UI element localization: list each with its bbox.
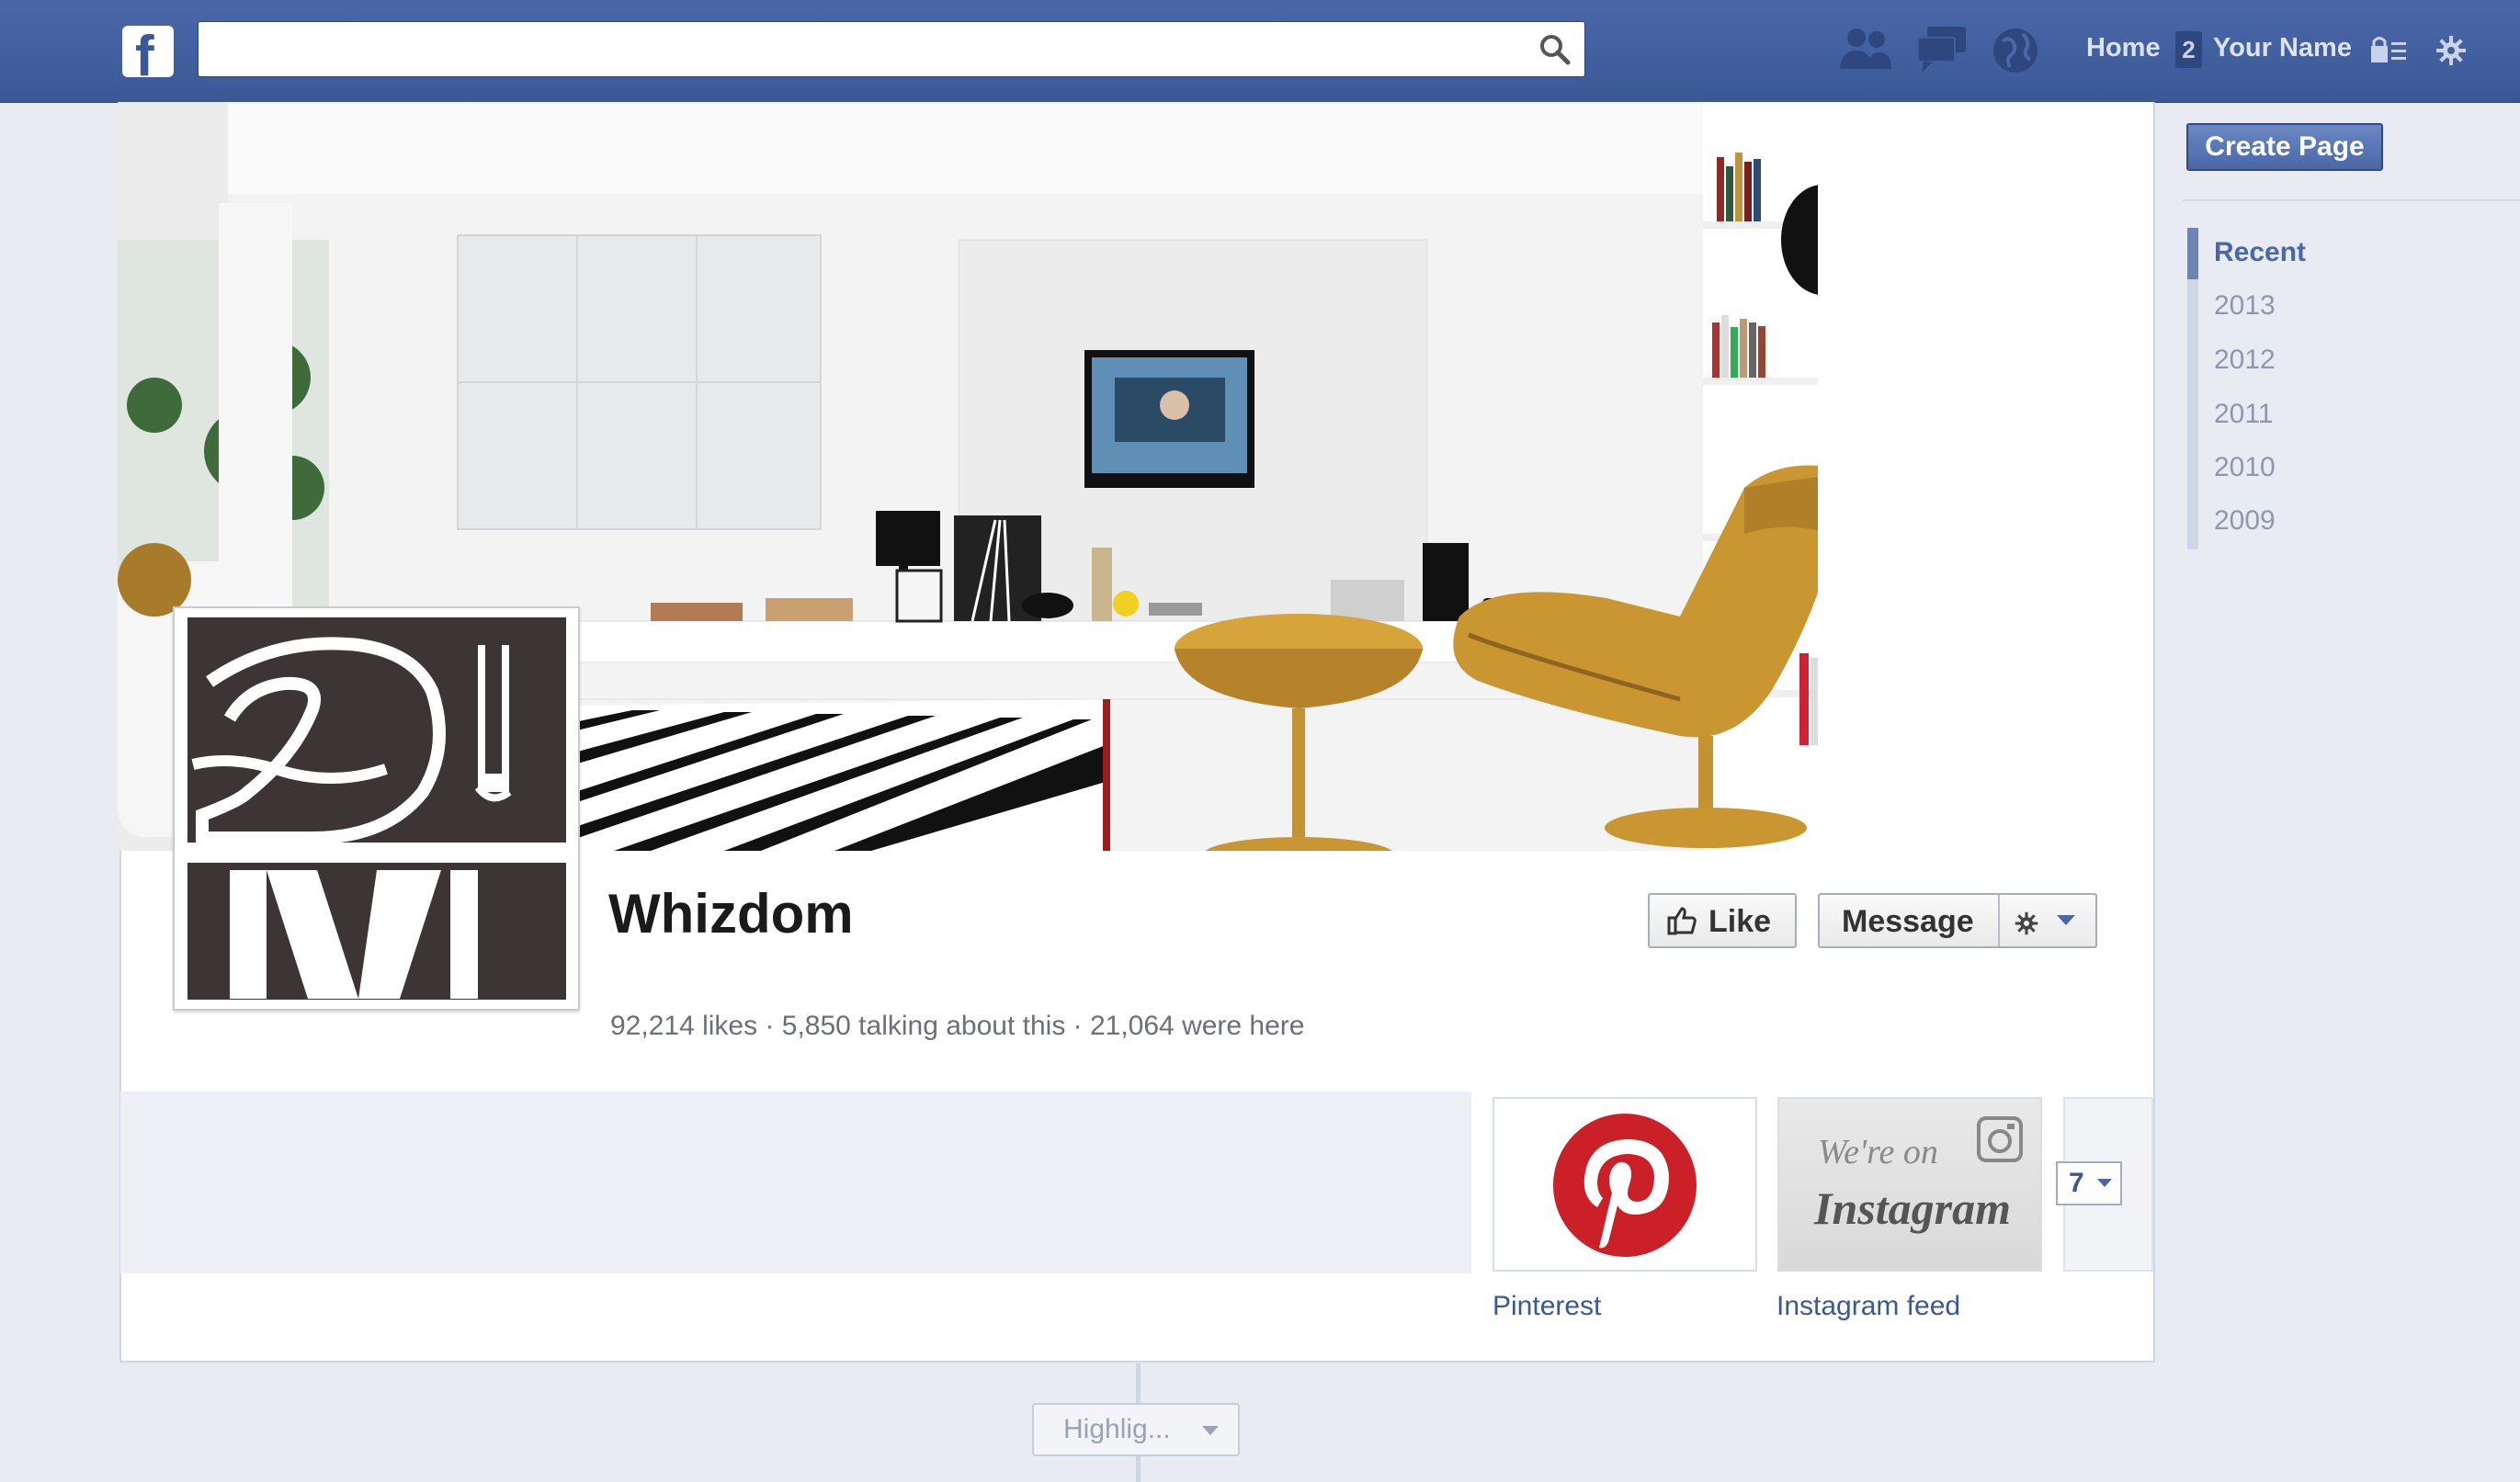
apps-empty-area — [120, 1092, 1471, 1273]
year-2011[interactable]: 2011 — [2214, 399, 2274, 430]
sidebar-divider — [2183, 199, 2520, 201]
instagram-camera-icon — [1977, 1116, 2023, 1162]
settings-gear-icon[interactable] — [2435, 35, 2467, 66]
year-recent[interactable]: Recent — [2214, 237, 2306, 268]
like-button-label: Like — [1708, 904, 1772, 939]
app-label-instagram[interactable]: Instagram feed — [1776, 1291, 1960, 1322]
pinterest-logo-icon — [1553, 1114, 1697, 1257]
highlights-dropdown[interactable]: Highlig... — [1032, 1403, 1240, 1456]
like-button[interactable]: Like — [1648, 893, 1797, 948]
year-2009[interactable]: 2009 — [2214, 505, 2276, 537]
profile-name-link[interactable]: Your Name — [2213, 33, 2352, 63]
app-tile-pinterest[interactable] — [1493, 1097, 1757, 1272]
privacy-lock-icon[interactable] — [2369, 33, 2408, 66]
highlights-label: Highlig... — [1063, 1414, 1171, 1444]
year-scrubber-active — [2187, 228, 2198, 279]
cover-right-brand-area — [1818, 102, 1864, 851]
facebook-logo-letter: f — [135, 25, 154, 88]
year-2012[interactable]: 2012 — [2214, 345, 2276, 376]
message-button-group: Message — [1818, 893, 2097, 948]
more-apps-button[interactable]: 7 — [2056, 1161, 2122, 1205]
thumbs-up-icon — [1667, 907, 1697, 935]
search-input[interactable] — [208, 29, 1516, 70]
instagram-art-line2: Instagram — [1814, 1182, 2011, 1234]
whizdom-logo-mark — [186, 616, 568, 1001]
top-bar: f Home 2 Your Name — [0, 0, 2520, 103]
year-2010[interactable]: 2010 — [2214, 452, 2276, 483]
page-stats: 92,214 likes · 5,850 talking about this … — [610, 1011, 1305, 1041]
profile-picture[interactable] — [173, 606, 580, 1011]
more-apps-count: 7 — [2069, 1168, 2084, 1198]
message-button[interactable]: Message — [1842, 904, 1974, 940]
chevron-down-icon[interactable] — [2055, 913, 2077, 928]
app-tile-instagram[interactable]: We're on Instagram — [1777, 1097, 2042, 1272]
notification-count-badge: 2 — [2175, 31, 2202, 68]
search-icon[interactable] — [1538, 33, 1572, 66]
cover-right-edge — [1863, 102, 2153, 851]
page-title: Whizdom — [608, 883, 854, 945]
notifications-globe-icon[interactable] — [1990, 23, 2041, 74]
instagram-art-line1: We're on — [1818, 1133, 1938, 1171]
facebook-logo[interactable]: f — [122, 25, 174, 88]
app-label-pinterest[interactable]: Pinterest — [1493, 1291, 1601, 1322]
chevron-down-icon — [1202, 1426, 1219, 1435]
chevron-down-icon — [2097, 1179, 2112, 1187]
create-page-button[interactable]: Create Page — [2186, 123, 2383, 171]
home-link[interactable]: Home — [2086, 33, 2161, 63]
year-2013[interactable]: 2013 — [2214, 290, 2276, 322]
messages-icon[interactable] — [1914, 23, 1969, 74]
page-settings-gear-icon[interactable] — [2015, 911, 2038, 935]
button-divider — [1998, 895, 2000, 946]
search-bar[interactable] — [198, 21, 1585, 77]
friend-requests-icon[interactable] — [1836, 23, 1895, 74]
